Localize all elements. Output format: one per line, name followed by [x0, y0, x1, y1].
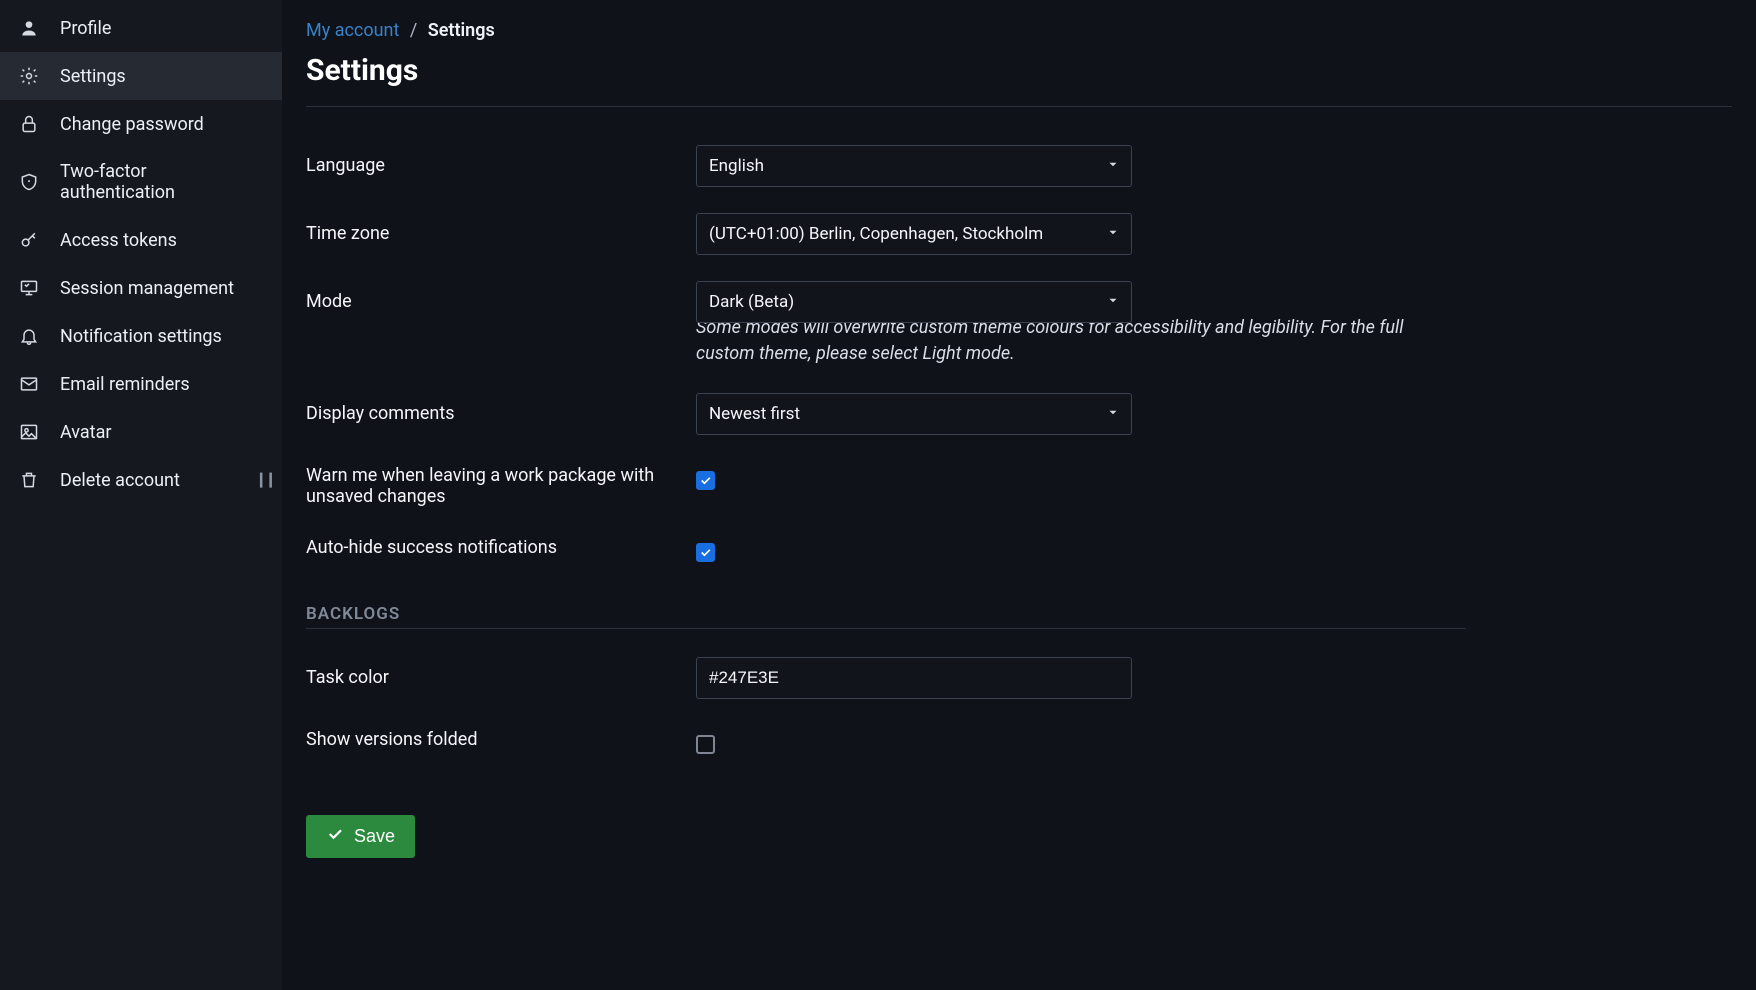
- autohide-label: Auto-hide success notifications: [306, 533, 696, 558]
- warn-unsaved-label: Warn me when leaving a work package with…: [306, 461, 696, 507]
- person-icon: [18, 17, 40, 39]
- monitor-icon: [18, 277, 40, 299]
- mode-select[interactable]: Dark (Beta): [696, 281, 1132, 323]
- sidebar-item-label: Delete account: [60, 470, 180, 491]
- sidebar-item-label: Profile: [60, 18, 111, 39]
- title-rule: [306, 106, 1732, 107]
- warn-unsaved-checkbox[interactable]: [696, 471, 715, 490]
- breadcrumb-current: Settings: [428, 20, 495, 41]
- bell-icon: [18, 325, 40, 347]
- mode-label: Mode: [306, 281, 696, 312]
- gear-icon: [18, 65, 40, 87]
- sidebar-item-session-management[interactable]: Session management: [0, 264, 282, 312]
- task-color-input[interactable]: [696, 657, 1132, 699]
- timezone-label: Time zone: [306, 213, 696, 244]
- sidebar-item-label: Access tokens: [60, 230, 177, 251]
- backlogs-heading: BACKLOGS: [306, 604, 1466, 624]
- breadcrumb: My account / Settings: [306, 20, 1732, 41]
- breadcrumb-separator: /: [410, 20, 417, 41]
- trash-icon: [18, 469, 40, 491]
- envelope-icon: [18, 373, 40, 395]
- versions-folded-label: Show versions folded: [306, 725, 696, 750]
- sidebar: Profile Settings Change password Two-fac…: [0, 0, 282, 990]
- sidebar-item-label: Notification settings: [60, 326, 222, 347]
- sidebar-item-two-factor[interactable]: Two-factor authentication: [0, 148, 282, 216]
- sidebar-item-access-tokens[interactable]: Access tokens: [0, 216, 282, 264]
- sidebar-item-email-reminders[interactable]: Email reminders: [0, 360, 282, 408]
- sidebar-item-avatar[interactable]: Avatar: [0, 408, 282, 456]
- page-title: Settings: [306, 53, 1732, 88]
- settings-form: Language English Time zone (UTC+01:00) B…: [306, 145, 1466, 858]
- sidebar-collapse-handle[interactable]: ❙❙: [255, 470, 274, 488]
- sidebar-item-change-password[interactable]: Change password: [0, 100, 282, 148]
- sidebar-item-label: Email reminders: [60, 374, 190, 395]
- sidebar-item-label: Change password: [60, 114, 204, 135]
- sidebar-item-notification-settings[interactable]: Notification settings: [0, 312, 282, 360]
- sidebar-item-label: Two-factor authentication: [60, 161, 264, 203]
- shield-icon: [18, 171, 40, 193]
- language-label: Language: [306, 145, 696, 176]
- comments-select[interactable]: Newest first: [696, 393, 1132, 435]
- main-content: My account / Settings Settings Language …: [282, 0, 1756, 990]
- image-icon: [18, 421, 40, 443]
- comments-label: Display comments: [306, 393, 696, 424]
- versions-folded-checkbox[interactable]: [696, 735, 715, 754]
- sidebar-item-label: Settings: [60, 66, 126, 87]
- sidebar-item-settings[interactable]: Settings: [0, 52, 282, 100]
- sidebar-item-profile[interactable]: Profile: [0, 4, 282, 52]
- save-button-label: Save: [354, 826, 395, 847]
- breadcrumb-root-link[interactable]: My account: [306, 20, 399, 41]
- sidebar-item-label: Avatar: [60, 422, 111, 443]
- timezone-select[interactable]: (UTC+01:00) Berlin, Copenhagen, Stockhol…: [696, 213, 1132, 255]
- language-select[interactable]: English: [696, 145, 1132, 187]
- lock-icon: [18, 113, 40, 135]
- key-icon: [18, 229, 40, 251]
- sidebar-item-label: Session management: [60, 278, 234, 299]
- save-button[interactable]: Save: [306, 815, 415, 858]
- task-color-label: Task color: [306, 657, 696, 688]
- sidebar-item-delete-account[interactable]: Delete account: [0, 456, 282, 504]
- autohide-checkbox[interactable]: [696, 543, 715, 562]
- backlogs-rule: [306, 628, 1466, 629]
- check-icon: [326, 825, 344, 848]
